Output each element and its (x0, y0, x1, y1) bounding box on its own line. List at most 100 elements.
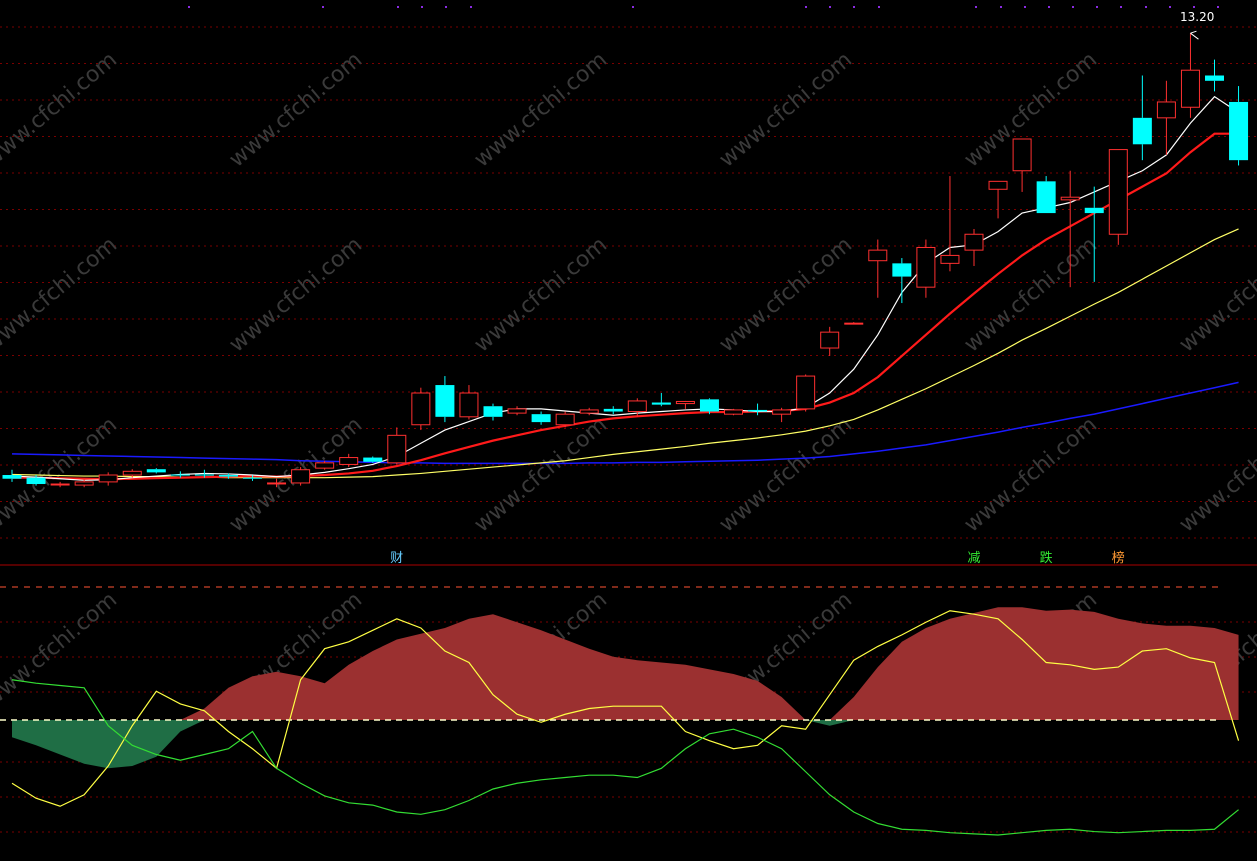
watermark-text: www.cfchi.com (1175, 412, 1257, 537)
candle (483, 403, 503, 421)
top-dot (397, 6, 399, 8)
candle (1156, 80, 1176, 155)
candle (98, 472, 118, 486)
candle-body (724, 409, 743, 415)
candle (1180, 33, 1200, 118)
watermark-text: www.cfchi.com (0, 232, 122, 357)
top-dot (322, 6, 324, 8)
event-markers: 财减跌榜 (390, 550, 1125, 566)
candle (940, 176, 960, 272)
candle-body (651, 402, 671, 405)
watermark-text: www.cfchi.com (470, 232, 612, 357)
candle (772, 407, 792, 423)
top-dot (1120, 6, 1122, 8)
top-dot (805, 6, 807, 8)
candle-body (1084, 207, 1104, 214)
watermark-text: www.cfchi.com (470, 47, 612, 172)
candle (724, 408, 743, 416)
top-dot (421, 6, 423, 8)
candle (675, 400, 695, 409)
watermark-text: www.cfchi.com (225, 47, 367, 172)
candle-body (170, 474, 190, 476)
watermark-text: www.cfchi.com (1175, 232, 1257, 357)
candle (844, 322, 864, 325)
candle-body (339, 457, 359, 465)
candle (146, 468, 166, 474)
candle-body (579, 409, 599, 414)
top-dot (1145, 6, 1147, 8)
candle-body (243, 477, 262, 479)
watermark-text: www.cfchi.com (225, 232, 367, 357)
candle (748, 403, 768, 416)
candle-body (483, 406, 503, 417)
candle-body (748, 409, 768, 412)
watermark-text: www.cfchi.com (0, 587, 122, 712)
candle (1084, 186, 1104, 282)
candle (892, 258, 912, 304)
top-dot (188, 6, 190, 8)
negative-area (12, 720, 1239, 769)
candle-body (844, 322, 864, 325)
candle (820, 326, 840, 356)
candle (507, 406, 527, 416)
event-marker: 跌 (1040, 550, 1053, 566)
candle (555, 411, 575, 428)
candle-body (531, 414, 551, 423)
candle-body (218, 475, 238, 477)
candle (868, 239, 888, 298)
candle (2, 469, 22, 482)
candle-body (50, 483, 70, 486)
event-marker: 减 (967, 551, 980, 566)
candle (603, 406, 623, 415)
candle-body (1012, 138, 1032, 172)
candle-body (1205, 75, 1224, 81)
top-dot (632, 6, 634, 8)
candle-body (2, 475, 22, 479)
candle-body (315, 462, 335, 469)
top-dot (470, 6, 472, 8)
top-dot (878, 6, 880, 8)
candle-body (74, 481, 94, 486)
candle-body (1156, 101, 1176, 119)
candle (1132, 75, 1152, 161)
candle-body (363, 457, 383, 462)
top-dot (1193, 6, 1195, 8)
candle-body (459, 392, 479, 418)
candle-body (267, 482, 287, 485)
candle (651, 393, 671, 407)
candle (916, 239, 936, 298)
candle (1108, 149, 1128, 245)
candle (387, 427, 407, 465)
top-dot (1072, 6, 1074, 8)
top-dot (1217, 6, 1219, 8)
high-marker-arrow (1190, 30, 1199, 40)
top-dot (829, 6, 831, 8)
candle-body (940, 254, 960, 264)
top-dot (853, 6, 855, 8)
candle-body (916, 246, 936, 288)
candle (291, 467, 311, 486)
candle-body (194, 474, 214, 476)
candle (1036, 176, 1056, 214)
candle-body (820, 331, 840, 349)
candle (459, 385, 479, 420)
stock-chart: www.cfchi.com www.cfchi.com www.cfchi.com w… (0, 6, 1257, 836)
candle (531, 411, 551, 425)
top-dot (1024, 6, 1026, 8)
candle-body (699, 399, 719, 412)
candle-body (627, 400, 647, 413)
watermark-text: www.cfchi.com (0, 47, 122, 172)
candle-body (435, 385, 455, 417)
candle (1205, 59, 1224, 92)
candle-body (146, 469, 166, 473)
candle-body (868, 249, 888, 262)
candle (988, 180, 1008, 219)
candle-body (507, 408, 527, 414)
candle-body (26, 477, 46, 485)
candle-body (1229, 101, 1249, 161)
candle-body (988, 180, 1008, 190)
candle-body (772, 409, 792, 415)
candle-body (122, 470, 142, 476)
candle-body (1132, 117, 1152, 145)
candle-body (603, 408, 623, 412)
